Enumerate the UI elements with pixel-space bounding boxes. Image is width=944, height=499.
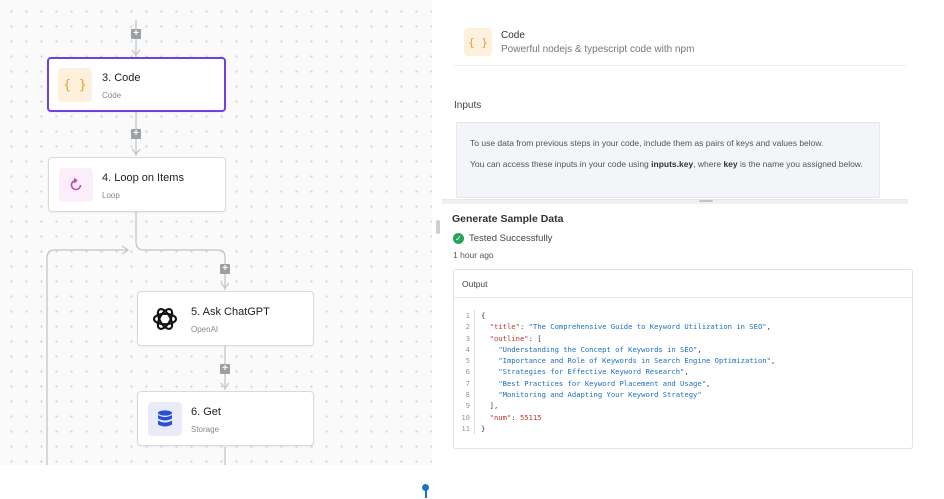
code-line: 3 "outline": [ [454,332,775,344]
line-number: 5 [465,356,470,366]
line-number: 6 [465,367,470,377]
code-line: 5 "Importance and Role of Keywords in Se… [454,355,776,367]
piece-info-card: { } Code Powerful nodejs & typescript co… [454,20,906,66]
line-text: "num": 55115 [489,412,542,422]
line-number: 2 [465,322,470,332]
line-text: "Understanding the Concept of Keywords i… [498,344,702,354]
line-text: } [481,423,486,433]
test-timestamp: 1 hour ago [453,250,494,260]
line-text: "Strategies for Effective Keyword Resear… [498,367,689,377]
line-number: 8 [465,390,470,400]
output-viewer[interactable]: Output 1{2 "title": "The Comprehensive G… [453,269,913,449]
step-title: 3. Code [102,72,141,84]
step-title: 4. Loop on Items [102,172,184,184]
test-status: ✓ Tested Successfully [453,233,552,244]
add-step-button[interactable]: + [131,29,141,39]
app-root: + + + + { } 3. Code Code 4. Loop on Item… [0,0,944,499]
piece-name: Code [501,30,525,41]
key-word: key [723,159,738,169]
line-number: 1 [465,311,470,320]
step-settings-panel: { } Code Powerful nodejs & typescript co… [442,0,913,465]
inputs-key-code: inputs.key [651,159,694,169]
line-text: { [481,311,486,320]
code-line: 7 "Best Practices for Keyword Placement … [454,377,775,390]
code-line: 1{ [454,310,775,322]
panel-resize-handle[interactable] [436,220,440,234]
step-type: OpenAI [191,325,219,334]
line-number: 3 [465,333,470,343]
line-number: 11 [461,423,470,433]
sample-data-title: Generate Sample Data [452,213,564,225]
line-text: "Monitoring and Adapting Your Keyword St… [498,390,702,400]
line-text: "Best Practices for Keyword Placement an… [498,378,711,388]
code-line: 11} [454,422,775,435]
code-line: 9 ], [454,400,775,412]
piece-description: Powerful nodejs & typescript code with n… [501,44,695,55]
inputs-section-label: Inputs [454,100,482,111]
flow-step-chatgpt[interactable]: 5. Ask ChatGPT OpenAI [137,291,314,346]
step-type: Loop [102,191,120,200]
step-type: Code [102,91,122,100]
code-braces-icon: { } [58,68,92,102]
inputs-help-box: To use data from previous steps in your … [456,122,880,198]
panel-splitter[interactable] [442,199,908,204]
code-line: 2 "title": "The Comprehensive Guide to K… [454,321,775,333]
step-title: 6. Get [191,406,221,418]
line-number: 9 [465,401,470,411]
add-step-button[interactable]: + [220,264,230,274]
database-icon [148,402,182,436]
output-header: Output [454,270,912,298]
code-line: 6 "Strategies for Effective Keyword Rese… [454,366,775,378]
help-text: To use data from previous steps in your … [470,138,824,148]
line-number: 10 [461,412,470,422]
add-step-button[interactable]: + [131,129,141,139]
line-text: ], [481,401,499,411]
step-type: Storage [191,425,220,434]
flow-step-storage[interactable]: 6. Get Storage [137,391,314,446]
code-line: 4 "Understanding the Concept of Keywords… [454,343,775,356]
line-number: 7 [465,378,470,388]
line-number: 4 [465,344,470,354]
output-json[interactable]: 1{2 "title": "The Comprehensive Guide to… [454,310,776,435]
add-step-button[interactable]: + [220,364,230,374]
location-pin-stem [425,490,427,498]
flow-canvas[interactable]: + + + + { } 3. Code Code 4. Loop on Item… [0,0,432,465]
line-text: "title": "The Comprehensive Guide to Key… [489,322,771,332]
line-text: "outline": [ [489,333,542,343]
line-text: "Importance and Role of Keywords in Sear… [498,356,776,366]
loop-icon [59,168,93,202]
step-title: 5. Ask ChatGPT [191,306,270,318]
test-status-text: Tested Successfully [469,233,553,244]
flow-step-code[interactable]: { } 3. Code Code [47,57,226,112]
code-line: 10 "num": 55115 [454,411,775,423]
code-braces-icon: { } [464,28,492,56]
check-circle-icon: ✓ [453,233,464,244]
help-text: You can access these inputs in your code… [470,159,863,169]
splitter-grip[interactable] [699,200,713,202]
openai-icon [148,302,182,336]
flow-step-loop[interactable]: 4. Loop on Items Loop [48,157,226,212]
code-line: 8 "Monitoring and Adapting Your Keyword … [454,389,775,401]
